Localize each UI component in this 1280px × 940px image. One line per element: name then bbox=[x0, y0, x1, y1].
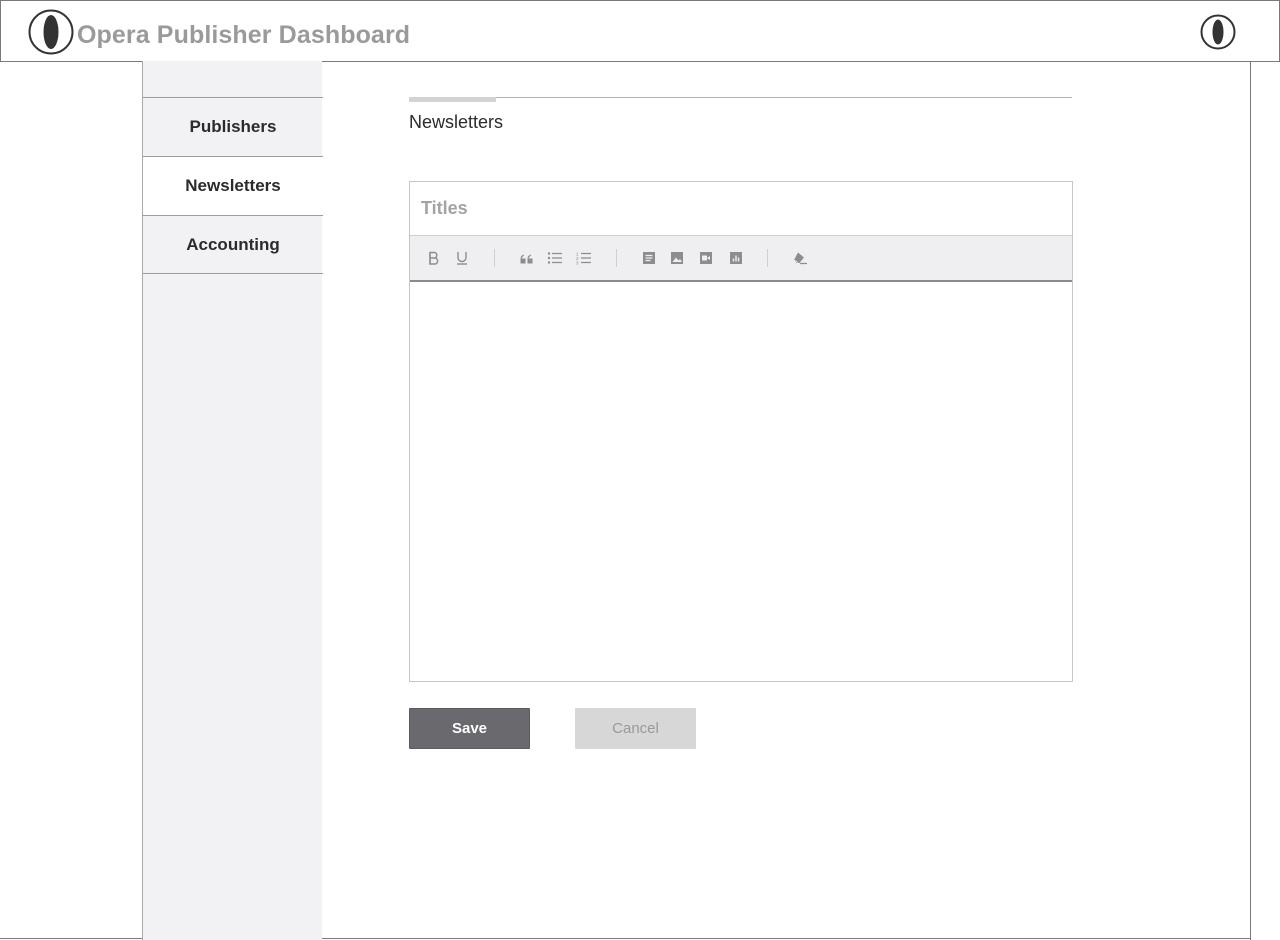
toolbar-separator bbox=[494, 249, 495, 267]
chart-icon[interactable] bbox=[727, 249, 745, 267]
sidebar: Publishers Newsletters Accounting bbox=[142, 61, 323, 940]
editor-body[interactable] bbox=[410, 282, 1072, 681]
save-button[interactable]: Save bbox=[409, 708, 530, 749]
opera-logo-icon[interactable] bbox=[28, 9, 74, 60]
sidebar-item-label: Accounting bbox=[186, 235, 280, 254]
tab-newsletters[interactable]: Newsletters bbox=[409, 112, 503, 133]
bold-icon[interactable] bbox=[425, 249, 443, 267]
editor-toolbar: 123 bbox=[410, 236, 1072, 282]
sidebar-item-publishers[interactable]: Publishers bbox=[143, 97, 323, 156]
quote-icon[interactable] bbox=[518, 249, 536, 267]
sidebar-item-newsletters[interactable]: Newsletters bbox=[143, 156, 323, 215]
toolbar-separator bbox=[616, 249, 617, 267]
frame-divider bbox=[1250, 61, 1251, 940]
video-icon[interactable] bbox=[697, 249, 715, 267]
sidebar-item-accounting[interactable]: Accounting bbox=[143, 215, 323, 274]
image-icon[interactable] bbox=[668, 249, 686, 267]
tab-bar-line bbox=[409, 97, 1072, 98]
svg-text:3: 3 bbox=[576, 261, 579, 266]
title-input[interactable] bbox=[410, 182, 1072, 236]
newsletter-editor: 123 bbox=[409, 181, 1073, 682]
sidebar-item-label: Publishers bbox=[189, 117, 277, 136]
app-title: Opera Publisher Dashboard bbox=[77, 21, 411, 49]
toolbar-separator bbox=[767, 249, 768, 267]
cancel-button[interactable]: Cancel bbox=[575, 708, 696, 749]
sidebar-item-label: Newsletters bbox=[185, 176, 281, 195]
app-header: Opera Publisher Dashboard bbox=[0, 0, 1280, 62]
sidebar-divider bbox=[143, 273, 323, 274]
underline-icon[interactable] bbox=[453, 249, 471, 267]
bullet-list-icon[interactable] bbox=[546, 249, 564, 267]
document-icon[interactable] bbox=[640, 249, 658, 267]
clear-format-icon[interactable] bbox=[791, 249, 809, 267]
numbered-list-icon[interactable]: 123 bbox=[575, 249, 593, 267]
tab-indicator bbox=[409, 97, 496, 102]
user-avatar-icon[interactable] bbox=[1200, 14, 1236, 55]
